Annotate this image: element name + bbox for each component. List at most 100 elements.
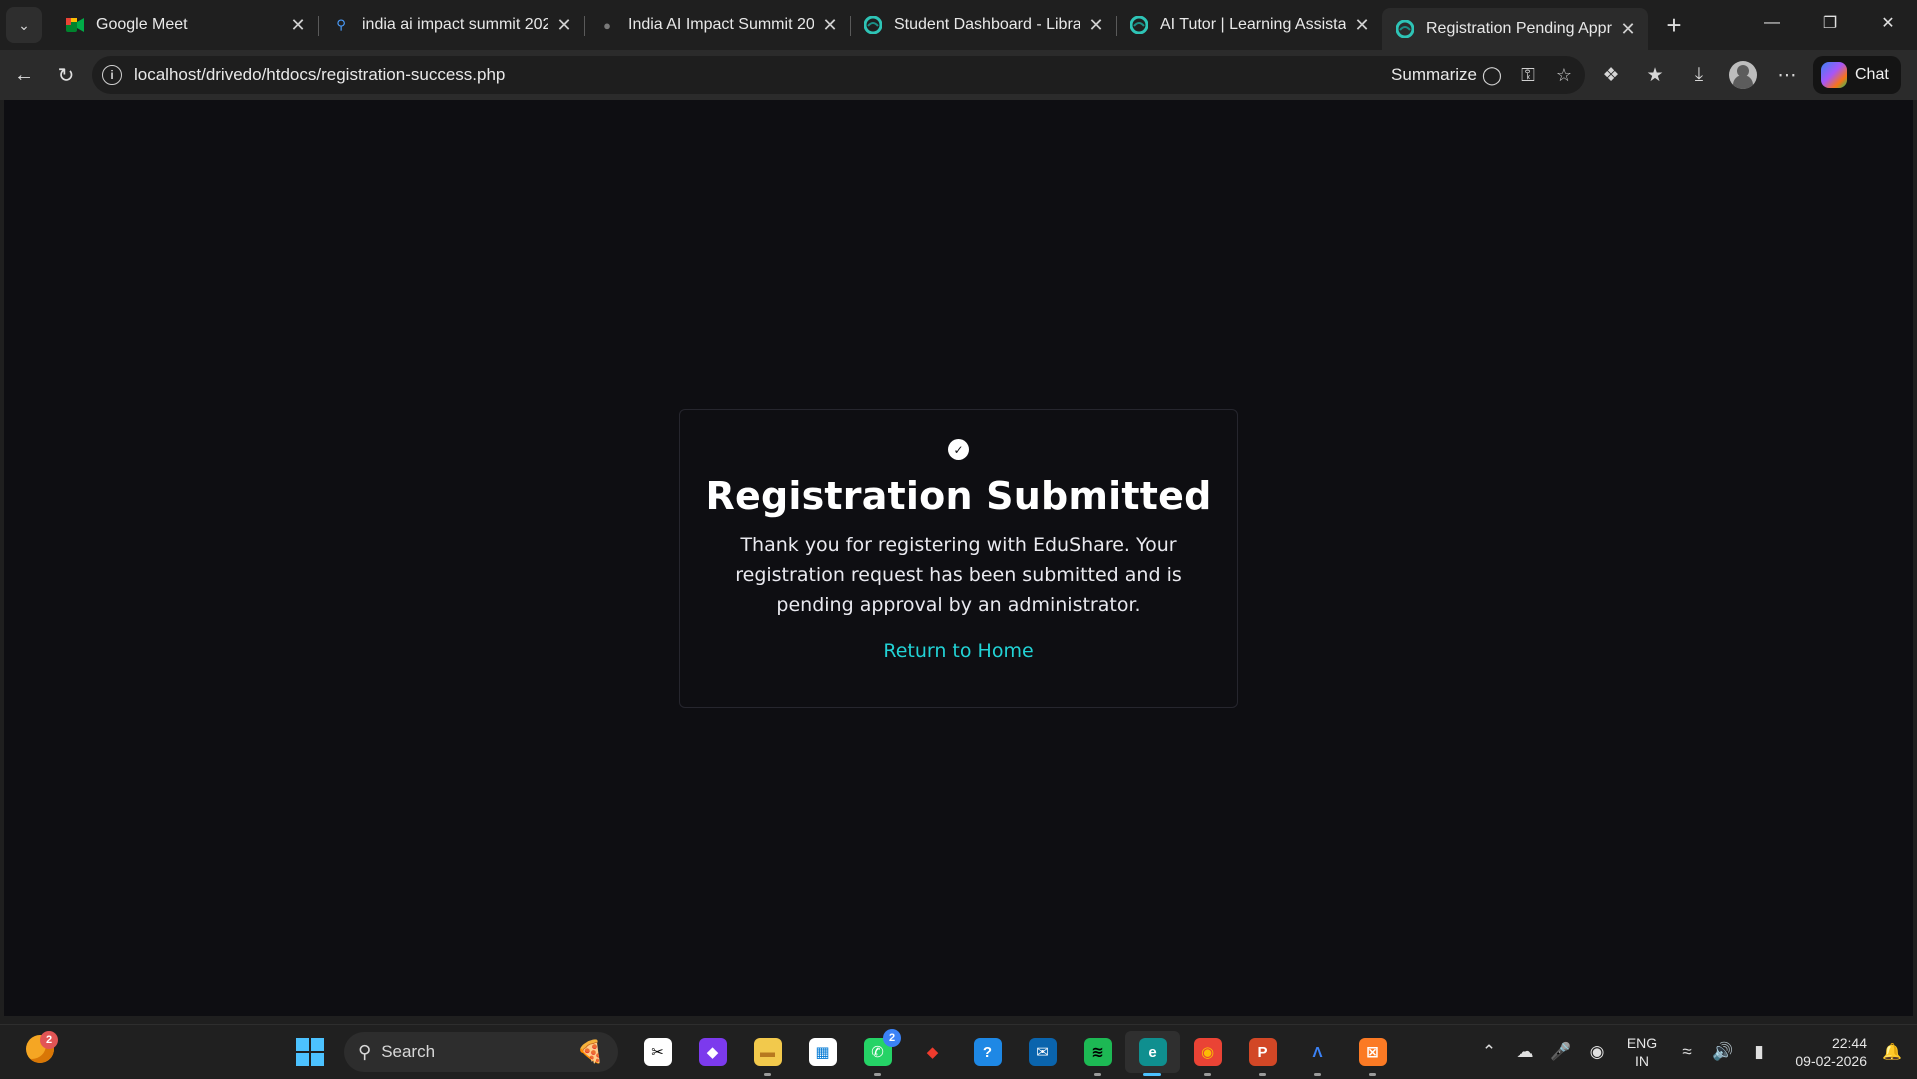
taskbar-app-chrome[interactable]: ◉ <box>1180 1031 1235 1076</box>
close-icon[interactable]: ✕ <box>1086 15 1106 36</box>
edge-icon <box>1396 20 1414 38</box>
address-bar[interactable]: i localhost/drivedo/htdocs/registration-… <box>92 56 1585 94</box>
taskbar-app-powerpoint[interactable]: P <box>1235 1031 1290 1076</box>
system-tray: ⌃ ☁ 🎤 ◉ ENG IN ≈ 🔊 ▮ 22:44 09-02-2026 🔔 <box>1471 1025 1917 1079</box>
restore-icon: ❐ <box>1822 15 1838 32</box>
star-icon[interactable]: ☆ <box>1553 64 1575 86</box>
arrow-left-icon: ← <box>14 63 34 86</box>
copilot-icon <box>1821 62 1847 88</box>
registration-success-card: ✓ Registration Submitted Thank you for r… <box>679 409 1238 708</box>
microsoft-store-icon: ▦ <box>808 1038 837 1066</box>
pinned-apps: ✂ ◆ ▬ ▦ ✆ 2 ◆? ✉ ≋ e ◉ P Λ ⊠ <box>630 1029 1400 1076</box>
taskbar-app-edge[interactable]: e <box>1125 1031 1180 1076</box>
minimize-button[interactable]: — <box>1743 0 1801 46</box>
wifi-icon[interactable]: ≈ <box>1669 1042 1705 1062</box>
onedrive-icon[interactable]: ☁ <box>1507 1042 1543 1062</box>
microphone-icon[interactable]: 🎤 <box>1543 1042 1579 1062</box>
tab-search-results[interactable]: ⚲ india ai impact summit 2026 - ✕ <box>318 6 584 44</box>
download-icon[interactable]: ⤓ <box>1683 59 1715 91</box>
region-code: IN <box>1635 1053 1649 1069</box>
windows-logo-icon <box>296 1038 309 1051</box>
summarize-button[interactable]: Summarize ◯ <box>1391 64 1503 86</box>
windows-taskbar: 2 ⚲ Search 🍕 ✂ ◆ ▬ ▦ ✆ 2 ◆? ✉ ≋ e ◉ P Λ ⊠ ⌃ ☁ 🎤 ◉ ENG… <box>0 1024 1917 1078</box>
help-icon: ? <box>973 1038 1002 1066</box>
taskbar-app-arc-app[interactable]: Λ <box>1290 1031 1345 1076</box>
page-viewport: ✓ Registration Submitted Thank you for r… <box>4 100 1913 1016</box>
back-button[interactable]: ← <box>6 57 42 93</box>
return-home-link[interactable]: Return to Home <box>883 640 1033 662</box>
edge-icon: e <box>1138 1038 1167 1066</box>
close-icon[interactable]: ✕ <box>820 15 840 36</box>
restore-button[interactable]: ❐ <box>1801 0 1859 46</box>
tab-title: Registration Pending Approva <box>1426 20 1612 37</box>
powerpoint-icon: P <box>1248 1038 1277 1066</box>
profile-button[interactable] <box>1727 59 1759 91</box>
tab-list: Google Meet ✕ ⚲ india ai impact summit 2… <box>52 0 1648 50</box>
google-meet-icon <box>66 16 84 34</box>
more-options-icon[interactable]: ⋯ <box>1771 59 1803 91</box>
taskbar-app-spotify[interactable]: ≋ <box>1070 1031 1125 1076</box>
time: 22:44 <box>1831 1035 1867 1051</box>
notification-badge: 2 <box>40 1031 58 1049</box>
plus-icon: + <box>1666 9 1682 40</box>
chevron-up-icon[interactable]: ⌃ <box>1471 1042 1507 1062</box>
search-icon: ⚲ <box>358 1041 372 1062</box>
start-button[interactable] <box>290 1032 330 1072</box>
tab-summit-site[interactable]: ● India AI Impact Summit 2026 ✕ <box>584 6 850 44</box>
tab-actions-menu-button[interactable]: ⌄ <box>6 7 42 43</box>
close-icon[interactable]: ✕ <box>1352 15 1372 36</box>
refresh-button[interactable]: ↻ <box>48 57 84 93</box>
taskbar-app-file-explorer[interactable]: ▬ <box>740 1031 795 1076</box>
minimize-icon: — <box>1764 14 1780 31</box>
close-window-button[interactable]: ✕ <box>1859 0 1917 46</box>
new-tab-button[interactable]: + <box>1656 7 1692 43</box>
avatar <box>1729 61 1757 89</box>
edge-icon <box>1130 16 1148 34</box>
tab-google-meet[interactable]: Google Meet ✕ <box>52 6 318 44</box>
summarize-label: Summarize <box>1391 65 1477 84</box>
tab-student-dashboard[interactable]: Student Dashboard - Libraryw ✕ <box>850 6 1116 44</box>
close-icon: ✕ <box>1881 15 1895 32</box>
tab-ai-tutor[interactable]: AI Tutor | Learning Assistant ✕ <box>1116 6 1382 44</box>
xampp-icon: ⊠ <box>1358 1038 1387 1066</box>
taskbar-app-help[interactable]: ? <box>960 1031 1015 1073</box>
weather-widget[interactable]: 2 <box>26 1031 58 1067</box>
search-placeholder: Search <box>381 1042 436 1061</box>
battery-icon[interactable]: ▮ <box>1741 1042 1777 1062</box>
info-icon[interactable]: i <box>102 65 122 85</box>
tab-title: Google Meet <box>96 16 188 33</box>
copilot-chat-button[interactable]: Chat <box>1813 56 1901 94</box>
chat-label: Chat <box>1855 66 1889 83</box>
language-indicator[interactable]: ENG IN <box>1615 1034 1669 1070</box>
volume-icon[interactable]: 🔊 <box>1705 1042 1741 1062</box>
outlook-icon: ✉ <box>1028 1038 1057 1066</box>
url-text[interactable]: localhost/drivedo/htdocs/registration-su… <box>134 65 1391 85</box>
close-icon[interactable]: ✕ <box>288 15 308 36</box>
close-icon[interactable]: ✕ <box>554 15 574 36</box>
extensions-icon[interactable]: ❖ <box>1595 59 1627 91</box>
location-icon[interactable]: ◉ <box>1579 1042 1615 1062</box>
taskbar-app-whatsapp[interactable]: ✆ 2 <box>850 1029 905 1076</box>
close-icon[interactable]: ✕ <box>1618 19 1638 40</box>
taskbar-app-capcut[interactable]: ✂ <box>630 1031 685 1073</box>
notification-badge: 2 <box>883 1029 901 1047</box>
arc-app-icon: Λ <box>1312 1043 1323 1061</box>
taskbar-app-microsoft-store[interactable]: ▦ <box>795 1031 850 1073</box>
taskbar-app-outlook[interactable]: ✉ <box>1015 1031 1070 1073</box>
browser-toolbar: ← ↻ i localhost/drivedo/htdocs/registrat… <box>0 50 1917 100</box>
key-icon[interactable]: ⚿ <box>1517 64 1539 86</box>
page-title: Registration Submitted <box>705 474 1212 518</box>
taskbar-app-copilot[interactable]: ◆ <box>685 1031 740 1073</box>
summarize-icon: ◯ <box>1481 64 1503 85</box>
taskbar-app-xampp[interactable]: ⊠ <box>1345 1031 1400 1076</box>
toolbar-icons: ❖ ★ ⤓ ⋯ <box>1595 59 1803 91</box>
confirmation-message: Thank you for registering with EduShare.… <box>735 534 1182 616</box>
clock[interactable]: 22:44 09-02-2026 <box>1777 1034 1867 1070</box>
taskbar-app-anydesk[interactable]: ◆ <box>905 1031 960 1073</box>
notification-bell-icon[interactable]: 🔔 <box>1875 1042 1909 1062</box>
edge-icon <box>864 16 882 34</box>
tab-registration-pending[interactable]: Registration Pending Approva ✕ <box>1382 8 1648 50</box>
taskbar-search[interactable]: ⚲ Search 🍕 <box>344 1032 618 1072</box>
tab-title: India AI Impact Summit 2026 <box>628 16 814 33</box>
favorites-icon[interactable]: ★ <box>1639 59 1671 91</box>
